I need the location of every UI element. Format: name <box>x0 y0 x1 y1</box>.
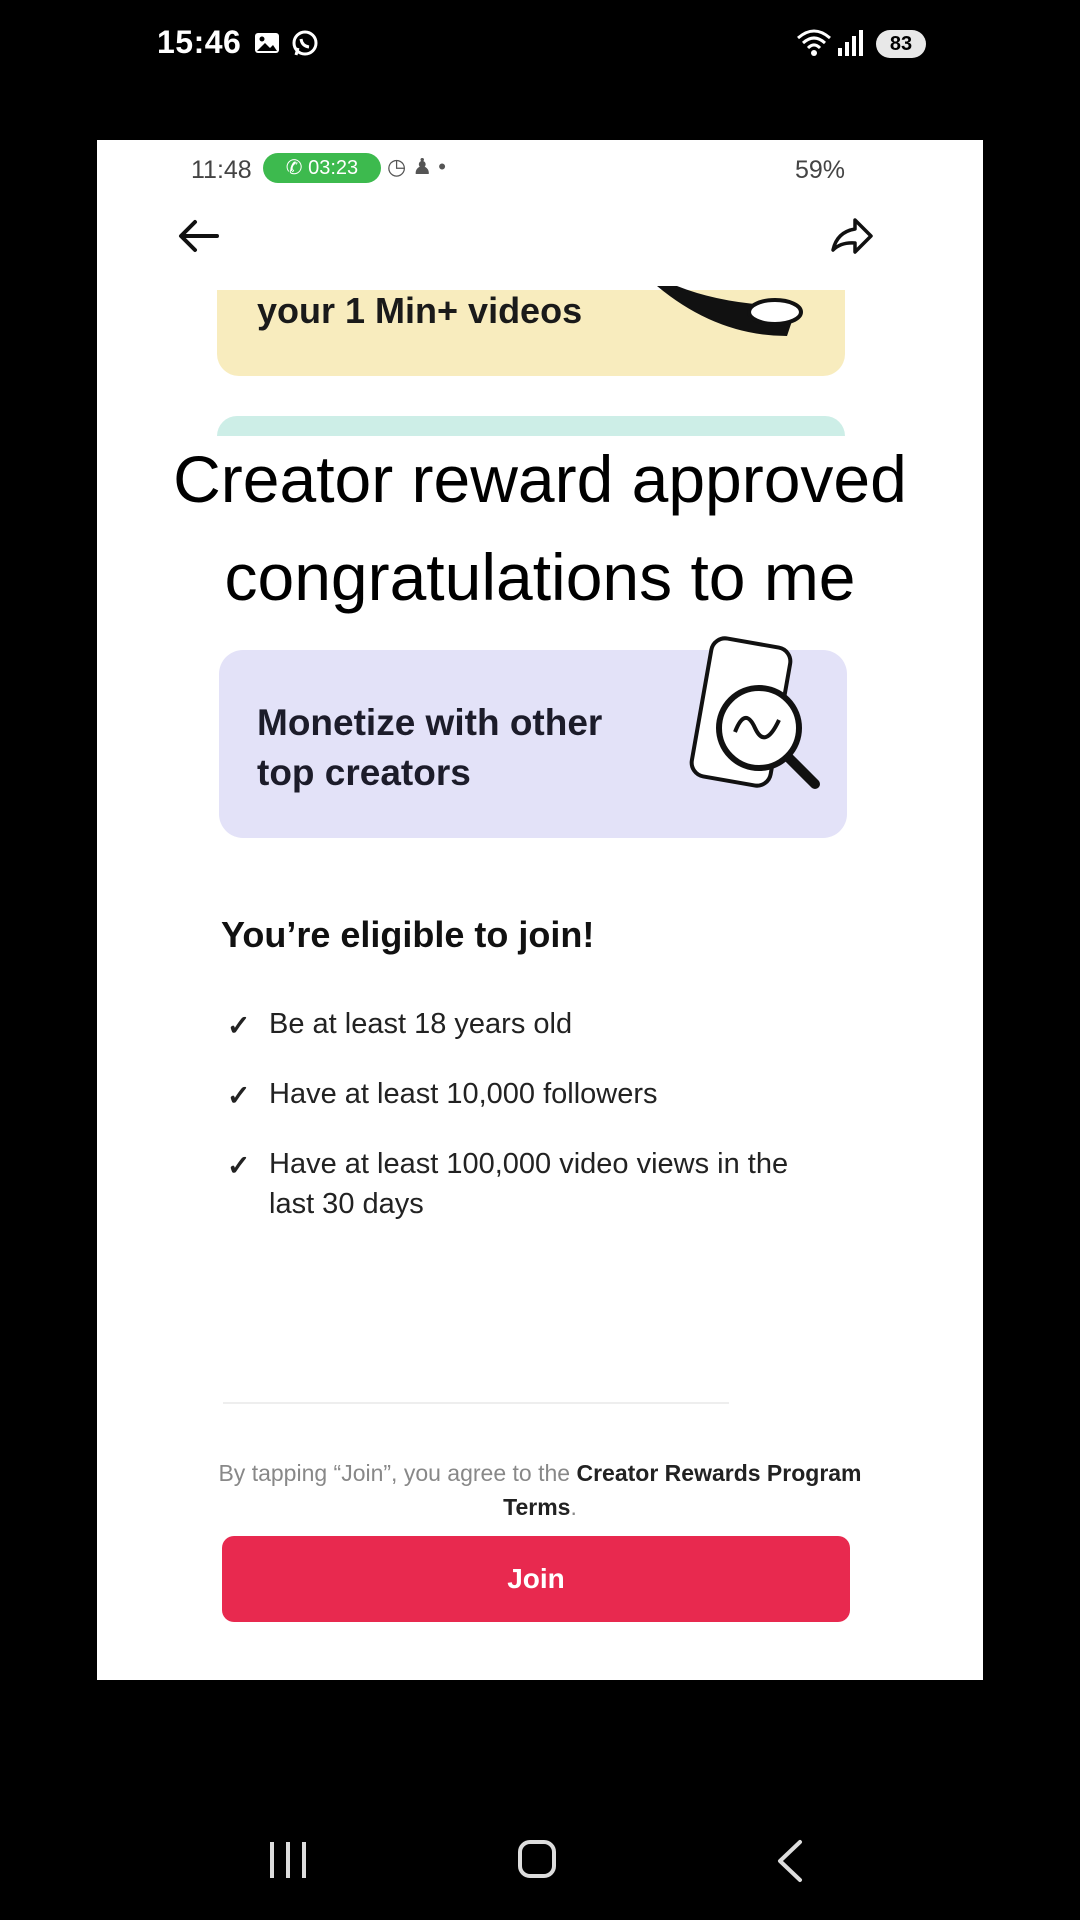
contact-icon: ♟ <box>412 154 433 179</box>
monetize-card: Monetize with other top creators <box>219 636 847 838</box>
coin-illustration-icon <box>657 286 803 336</box>
requirement-item: ✓ Have at least 100,000 video views in t… <box>227 1144 847 1224</box>
check-icon: ✓ <box>227 1150 251 1181</box>
recent-apps-icon[interactable] <box>268 1840 308 1880</box>
call-timer: 03:23 <box>308 157 359 179</box>
share-icon[interactable] <box>829 216 875 256</box>
call-timer-pill: ✆ 03:23 <box>263 153 381 183</box>
caption-line-1: Creator reward approved <box>173 442 907 516</box>
back-arrow-icon[interactable] <box>177 216 221 256</box>
terms-notice: By tapping “Join”, you agree to the Crea… <box>197 1456 883 1524</box>
dot-icon: • <box>438 154 446 179</box>
check-icon: ✓ <box>227 1010 251 1041</box>
requirement-item: ✓ Have at least 10,000 followers <box>227 1074 847 1114</box>
battery-indicator: 83 <box>876 30 926 58</box>
requirement-text: Have at least 10,000 followers <box>269 1078 658 1110</box>
phone-magnifier-icon <box>689 636 820 789</box>
eligible-heading: You’re eligible to join! <box>221 914 595 955</box>
device-status-bar: 15:46 83 <box>0 0 1080 90</box>
monetize-line-1: Monetize with other <box>257 702 603 743</box>
monetize-line-2: top creators <box>257 752 471 793</box>
inner-status-bar: 11:48 ✆ 03:23 ◷ ♟ • 59% <box>97 140 983 200</box>
video-caption: Creator reward approved congratulations … <box>97 430 983 626</box>
join-button[interactable]: Join <box>222 1536 850 1622</box>
monetize-card-text: Monetize with other top creators <box>257 698 602 798</box>
gallery-notification-icon <box>255 33 279 53</box>
inner-notification-icons: ◷ ♟ • <box>387 154 446 180</box>
home-button-icon[interactable] <box>518 1840 556 1878</box>
terms-suffix: . <box>570 1494 577 1520</box>
min-videos-card[interactable]: your 1 Min+ videos <box>217 286 845 376</box>
inner-clock: 11:48 <box>191 156 252 184</box>
timer-icon: ◷ <box>387 154 407 179</box>
wifi-icon <box>797 29 831 56</box>
video-frame: 11:48 ✆ 03:23 ◷ ♟ • 59% your 1 Min+ vide… <box>97 140 983 1680</box>
signal-icon <box>838 30 863 56</box>
requirement-text: Be at least 18 years old <box>269 1008 573 1040</box>
terms-prefix: By tapping “Join”, you agree to the <box>218 1460 571 1486</box>
requirement-item: ✓ Be at least 18 years old <box>227 1004 847 1044</box>
min-videos-card-text: your 1 Min+ videos <box>257 290 583 331</box>
phone-icon: ✆ <box>285 157 309 179</box>
inner-battery: 59% <box>795 156 846 184</box>
whatsapp-notification-icon <box>292 30 318 56</box>
caption-line-2: congratulations to me <box>224 540 856 614</box>
nav-back-icon[interactable] <box>772 1838 808 1884</box>
device-clock: 15:46 <box>157 24 242 60</box>
check-icon: ✓ <box>227 1080 251 1111</box>
divider <box>223 1402 729 1404</box>
requirement-text: Have at least 100,000 video views in the… <box>269 1148 789 1220</box>
